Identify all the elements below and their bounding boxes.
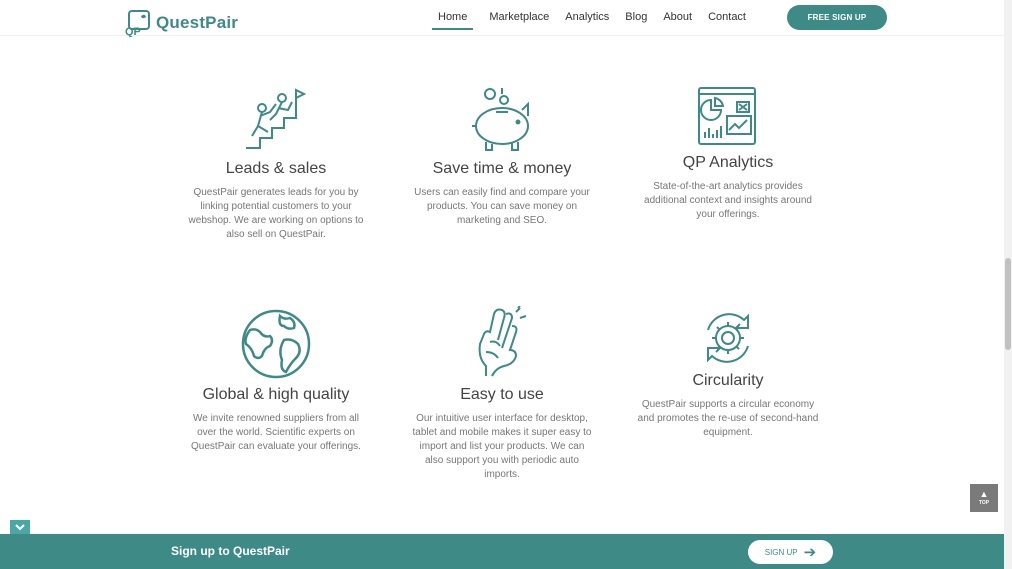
nav-marketplace[interactable]: Marketplace <box>489 0 549 30</box>
piggy-bank-icon <box>472 88 529 151</box>
nav-home[interactable]: Home <box>432 0 474 30</box>
globe-icon <box>241 309 311 379</box>
feature-title: QP Analytics <box>682 154 774 171</box>
feature-easy-to-use: Easy to use Our intuitive user interface… <box>402 306 602 482</box>
main-nav: Home Marketplace Analytics Blog About Co… <box>431 0 762 36</box>
analytics-dashboard-icon <box>698 87 756 145</box>
crossed-fingers-icon <box>478 306 527 377</box>
feature-title: Circularity <box>692 372 764 389</box>
climbing-icon <box>246 88 307 149</box>
back-to-top-button[interactable]: ▲ TOP <box>970 484 998 512</box>
circular-gear-icon <box>707 313 749 363</box>
chevron-down-icon <box>15 523 25 530</box>
signup-button[interactable]: SIGN UP ➔ <box>748 540 833 564</box>
collapse-bar-button[interactable] <box>10 520 30 534</box>
feature-save-time-money: Save time & money Users can easily find … <box>402 86 602 228</box>
signup-button-label: SIGN UP <box>764 547 798 557</box>
feature-text: QuestPair supports a circular economy an… <box>637 399 819 438</box>
feature-text: Users can easily find and compare your p… <box>414 187 590 226</box>
feature-text: Our intuitive user interface for desktop… <box>412 413 592 480</box>
logo-text: QuestPair <box>156 13 239 32</box>
chevron-up-icon: ▲ <box>979 489 989 499</box>
signup-bar: Sign up to QuestPair SIGN UP ➔ <box>0 534 1004 569</box>
top-label: TOP <box>978 500 990 506</box>
free-signup-button[interactable]: FREE SIGN UP <box>787 5 887 30</box>
feature-leads-sales: Leads & sales QuestPair generates leads … <box>176 86 376 242</box>
feature-title: Easy to use <box>460 386 544 403</box>
feature-text: We invite renowned suppliers from all ov… <box>191 413 361 452</box>
nav-analytics[interactable]: Analytics <box>565 0 609 30</box>
svg-text:QP: QP <box>125 26 141 37</box>
feature-title: Leads & sales <box>225 160 327 177</box>
nav-blog[interactable]: Blog <box>625 0 647 30</box>
feature-title: Save time & money <box>432 160 572 177</box>
page-scrollbar[interactable] <box>1004 0 1012 569</box>
feature-circularity: Circularity QuestPair supports a circula… <box>628 310 828 440</box>
nav-contact[interactable]: Contact <box>708 0 746 30</box>
signup-bar-title: Sign up to QuestPair <box>171 544 290 558</box>
feature-text: QuestPair generates leads for you by lin… <box>188 187 364 240</box>
feature-title: Global & high quality <box>202 386 350 403</box>
questpair-logo-icon: QP <box>124 9 152 38</box>
feature-global-high-quality: Global & high quality We invite renowned… <box>176 308 376 454</box>
feature-qp-analytics: QP Analytics State-of-the-art analytics … <box>628 86 828 222</box>
feature-text: State-of-the-art analytics provides addi… <box>644 181 812 220</box>
nav-about[interactable]: About <box>663 0 692 30</box>
logo[interactable]: QP QuestPair <box>124 9 239 38</box>
arrow-right-icon: ➔ <box>803 543 817 561</box>
scrollbar-thumb[interactable] <box>1005 258 1011 350</box>
site-header: QP QuestPair Home Marketplace Analytics … <box>0 0 1004 38</box>
